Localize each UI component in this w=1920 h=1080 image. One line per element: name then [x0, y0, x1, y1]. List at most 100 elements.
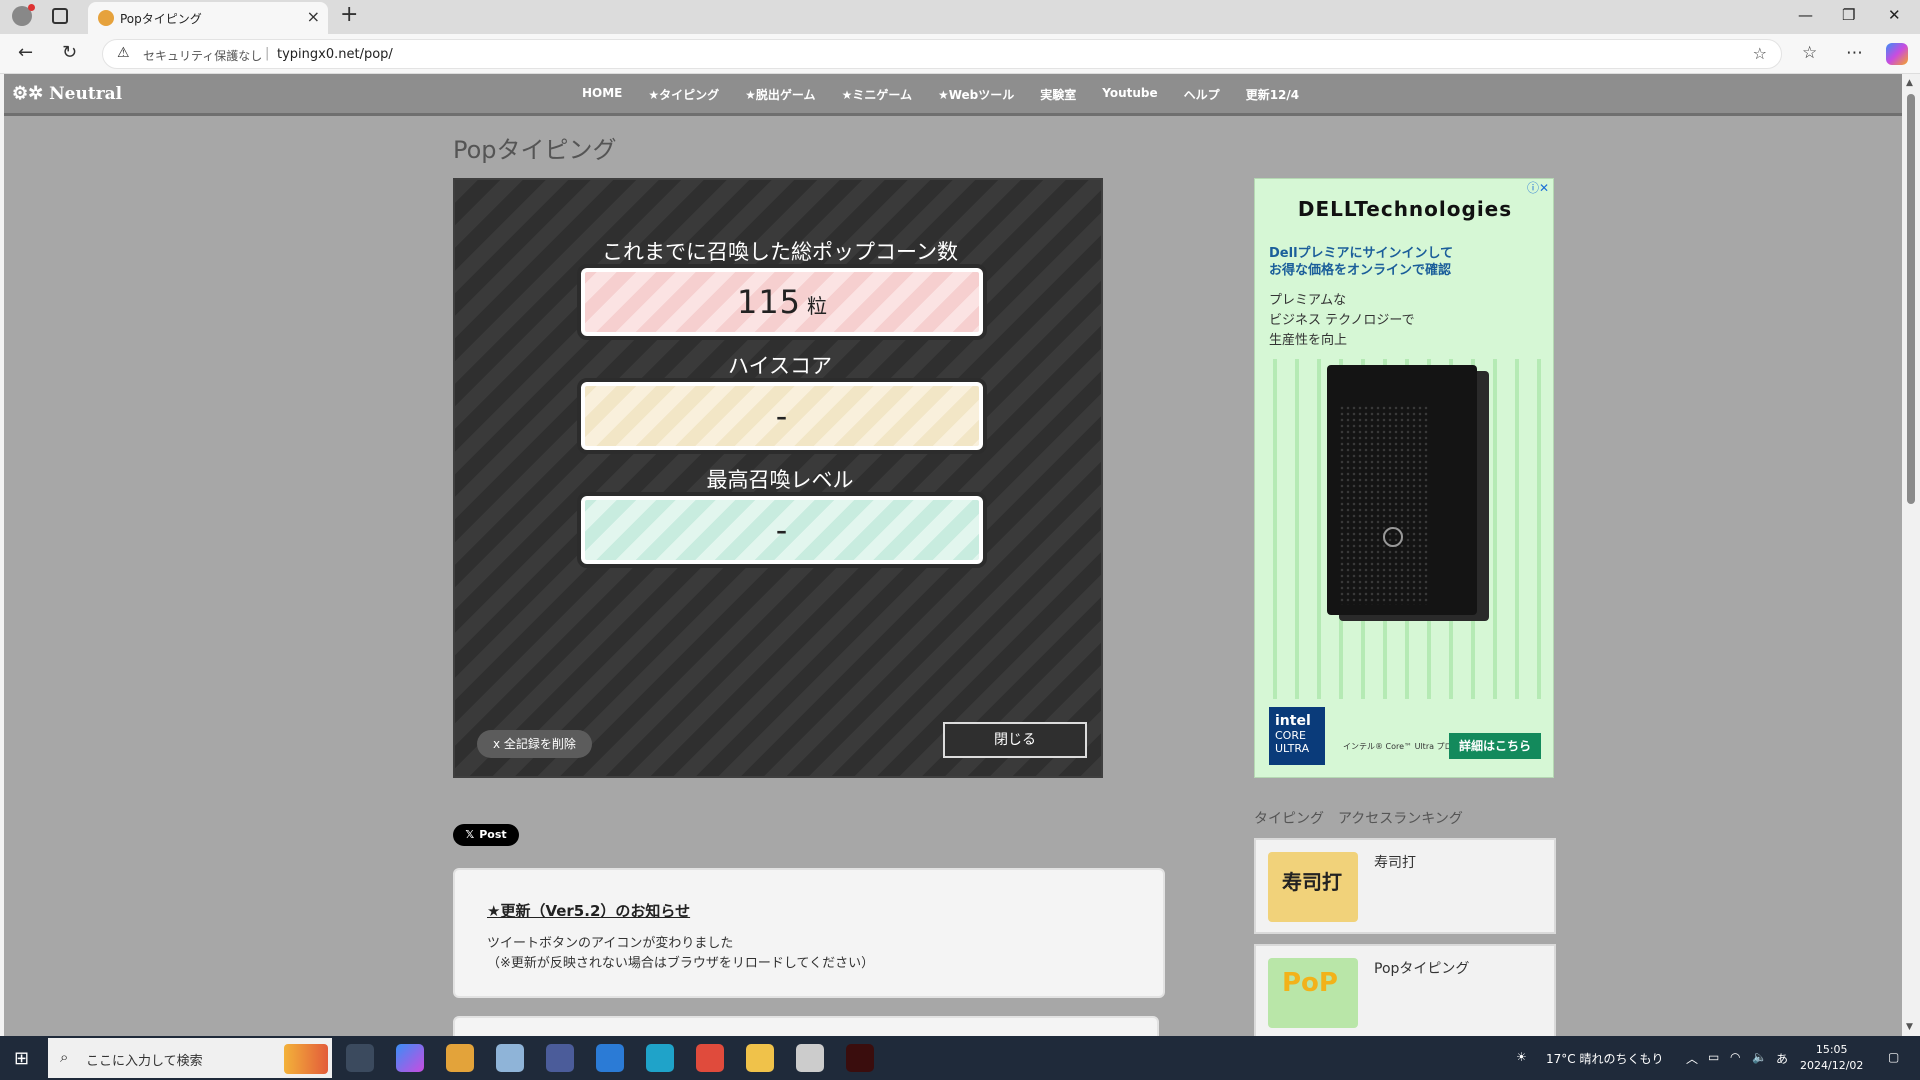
notice-line-1: ツイートボタンのアイコンが変わりました	[487, 936, 734, 951]
app-icon-1[interactable]	[446, 1044, 474, 1072]
favicon-icon	[98, 10, 114, 26]
volume-icon[interactable]: 🔈	[1752, 1050, 1767, 1064]
favorites-icon[interactable]: ☆	[1802, 43, 1817, 63]
favorite-star-icon[interactable]: ☆	[1753, 44, 1767, 63]
menu-lab[interactable]: 実験室	[1040, 86, 1076, 103]
copilot-icon[interactable]	[1886, 43, 1908, 65]
edge-icon[interactable]	[646, 1044, 674, 1072]
delete-records-button[interactable]: x 全記録を削除	[477, 730, 592, 758]
clock-date: 2024/12/02	[1800, 1059, 1864, 1072]
task-view-icon[interactable]	[346, 1044, 374, 1072]
dell-advertisement[interactable]: ⓘ✕ DELLTechnologies Dellプレミアにサインインして お得な…	[1254, 178, 1554, 778]
menu-update[interactable]: 更新12/4	[1246, 86, 1299, 103]
search-highlight-icon	[284, 1044, 328, 1074]
ranking-item-name[interactable]: Popタイピング	[1374, 958, 1469, 978]
menu-home[interactable]: HOME	[582, 86, 622, 103]
notification-icon[interactable]: ▢	[1888, 1050, 1899, 1064]
menu-mini-game[interactable]: ★ミニゲーム	[842, 86, 912, 103]
total-popcorn-box: 115 粒	[577, 264, 987, 340]
ad-brand-text: DELLTechnologies	[1297, 197, 1513, 221]
x-post-button[interactable]: 𝕏 Post	[453, 824, 519, 846]
back-icon[interactable]: ←	[18, 42, 33, 63]
menu-web-tools[interactable]: ★Webツール	[938, 86, 1014, 103]
update-notice: ★更新（Ver5.2）のお知らせ ツイートボタンのアイコンが変わりました （※更…	[453, 868, 1165, 998]
ad-body-2: ビジネス テクノロジーで	[1269, 313, 1415, 328]
highscore-value: -	[775, 397, 789, 435]
ranking-item[interactable]: Popタイピング	[1254, 944, 1556, 1036]
windows-taskbar: ⊞ ⌕ ここに入力して検索 ☀ 17°C 晴れのちくもり ︿ ▭ ◠ 🔈 あ 1…	[0, 1036, 1920, 1080]
search-icon: ⌕	[60, 1048, 69, 1066]
minimize-icon[interactable]: —	[1798, 6, 1813, 24]
tray-device-icon[interactable]: ▭	[1708, 1050, 1719, 1064]
clock-time: 15:05	[1815, 1043, 1848, 1056]
sushida-thumbnail	[1268, 852, 1358, 922]
url-text[interactable]: typingx0.net/pop/	[277, 47, 393, 62]
app-icon-3[interactable]	[546, 1044, 574, 1072]
menu-escape-game[interactable]: ★脱出ゲーム	[745, 86, 815, 103]
address-bar[interactable]: ⚠ セキュリティ保護なし | typingx0.net/pop/ ☆	[102, 39, 1782, 69]
scroll-up-icon[interactable]: ▲	[1906, 78, 1913, 88]
ranking-title: タイピング アクセスランキング	[1254, 811, 1463, 827]
illustrator-icon[interactable]	[846, 1044, 874, 1072]
notice-line-2: （※更新が反映されない場合はブラウザをリロードしてください）	[487, 956, 875, 971]
tray-expand-icon[interactable]: ︿	[1686, 1050, 1698, 1067]
ime-indicator[interactable]: あ	[1776, 1050, 1788, 1067]
copilot-taskbar-icon[interactable]	[396, 1044, 424, 1072]
notice-heading[interactable]: ★更新（Ver5.2）のお知らせ	[487, 900, 690, 921]
file-explorer-icon[interactable]	[746, 1044, 774, 1072]
highscore-box: -	[577, 378, 987, 454]
close-window-icon[interactable]: ✕	[1888, 6, 1901, 24]
more-icon[interactable]: ⋯	[1846, 43, 1863, 63]
browser-tab[interactable]: Popタイピング ×	[88, 2, 328, 34]
restore-icon[interactable]: ❐	[1842, 6, 1855, 24]
profile-icon[interactable]	[12, 4, 35, 26]
new-tab-icon[interactable]: +	[340, 2, 358, 27]
intel-text: intel	[1275, 713, 1311, 729]
clock[interactable]: 15:05 2024/12/02	[1800, 1042, 1863, 1074]
max-level-box: -	[577, 492, 987, 568]
menu-youtube[interactable]: Youtube	[1102, 86, 1157, 103]
total-popcorn-unit: 粒	[807, 294, 828, 318]
site-nav: ⚙✲ Neutral HOME ★タイピング ★脱出ゲーム ★ミニゲーム ★We…	[4, 74, 1902, 116]
x-post-label: Post	[479, 828, 507, 841]
chrome-icon[interactable]	[696, 1044, 724, 1072]
page-scrollbar[interactable]: ▲ ▼	[1902, 74, 1920, 1036]
windows-start-icon[interactable]: ⊞	[14, 1048, 29, 1069]
dell-logo-icon	[1383, 527, 1403, 547]
notice-card-2	[453, 1016, 1159, 1036]
refresh-icon[interactable]: ↻	[62, 42, 77, 63]
weather-text[interactable]: 17°C 晴れのちくもり	[1546, 1050, 1663, 1067]
site-logo[interactable]: ⚙✲ Neutral	[12, 83, 122, 104]
ad-body: プレミアムな ビジネス テクノロジーで 生産性を向上	[1269, 291, 1415, 351]
warning-icon: ⚠	[117, 45, 130, 61]
separator: |	[265, 46, 270, 61]
intel-badge: intel CORE ULTRA	[1269, 707, 1325, 765]
menu-help[interactable]: ヘルプ	[1184, 86, 1220, 103]
taskbar-search[interactable]: ⌕ ここに入力して検索	[48, 1038, 332, 1078]
close-button[interactable]: 閉じる	[943, 722, 1087, 758]
ad-close-icon[interactable]: ⓘ✕	[1527, 179, 1549, 196]
close-tab-icon[interactable]: ×	[307, 7, 320, 26]
scroll-down-icon[interactable]: ▼	[1906, 1022, 1913, 1032]
app-icon-2[interactable]	[496, 1044, 524, 1072]
page-title: Popタイピング	[453, 136, 617, 164]
network-icon[interactable]: ◠	[1730, 1050, 1740, 1064]
vscode-icon[interactable]	[596, 1044, 624, 1072]
ranking-item-name[interactable]: 寿司打	[1374, 852, 1416, 872]
tab-title: Popタイピング	[120, 12, 202, 26]
ad-headline-2: お得な価格をオンラインで確認	[1269, 263, 1452, 278]
scrollbar-thumb[interactable]	[1907, 94, 1915, 504]
pop-typing-thumbnail	[1268, 958, 1358, 1028]
game-panel: これまでに召喚した総ポップコーン数 115 粒 ハイスコア - 最高召喚レベル -…	[453, 178, 1103, 778]
tab-actions-icon[interactable]	[52, 8, 68, 24]
pc-tower-image	[1327, 365, 1477, 615]
app-icon-4[interactable]	[796, 1044, 824, 1072]
ad-cta-button[interactable]: 詳細はこちら	[1449, 733, 1541, 759]
highscore-label: ハイスコア	[728, 354, 832, 378]
menu-typing[interactable]: ★タイピング	[648, 86, 719, 103]
security-label[interactable]: セキュリティ保護なし	[143, 47, 262, 64]
ad-headline-1: Dellプレミアにサインインして	[1269, 246, 1454, 261]
gear-icon: ⚙✲	[12, 83, 44, 104]
ranking-item[interactable]: 寿司打	[1254, 838, 1556, 934]
total-popcorn-value: 115	[736, 283, 802, 321]
